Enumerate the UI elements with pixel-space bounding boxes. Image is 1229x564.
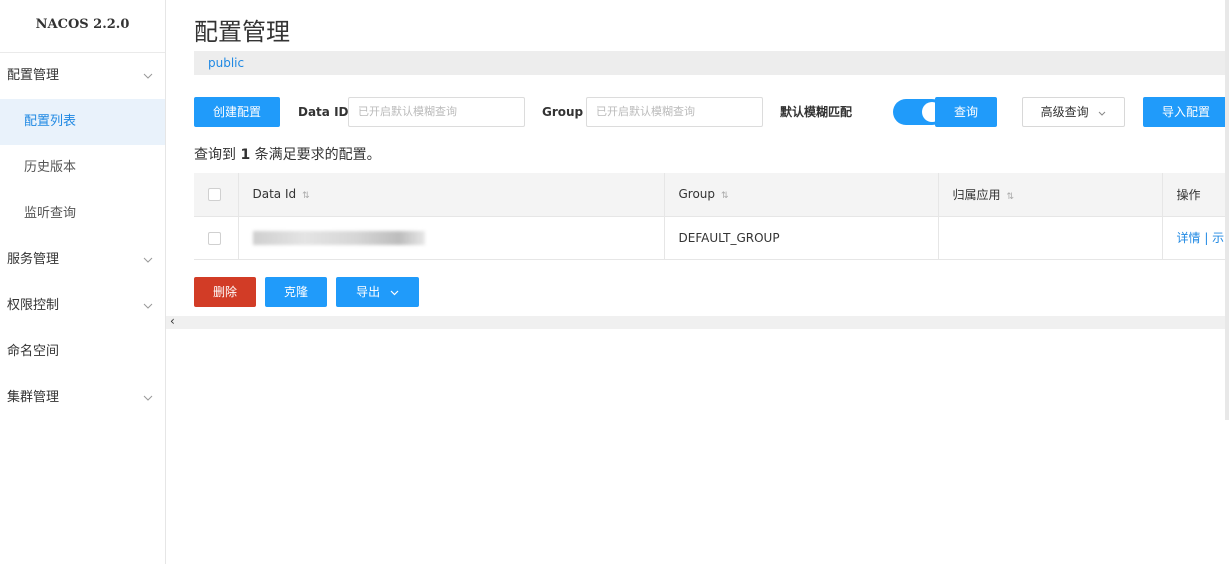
namespace-link-public[interactable]: public — [208, 56, 244, 70]
sidebar-item-service-management[interactable]: 服务管理 — [0, 237, 165, 283]
sort-icon[interactable]: ⇅ — [1007, 192, 1015, 202]
brand-logo: NACOS 2.2.0 — [0, 0, 165, 53]
result-prefix: 查询到 — [194, 147, 236, 163]
result-summary: 查询到 1 条满足要求的配置。 — [194, 144, 381, 164]
chevron-down-icon — [143, 375, 153, 421]
horizontal-scrollbar[interactable]: ‹ — [166, 314, 1229, 329]
main-content: 配置管理 public 创建配置 Data ID 已开启默认模糊查询 Group… — [166, 0, 1229, 564]
chevron-left-icon[interactable]: ‹ — [170, 314, 175, 328]
config-table: Data Id ⇅ Group ⇅ 归属应用 ⇅ 操作 DEFAULT_GROUP — [194, 173, 1229, 260]
sort-icon[interactable]: ⇅ — [302, 191, 310, 201]
group-label: Group — [542, 105, 584, 119]
sidebar-item-label: 配置列表 — [24, 114, 77, 129]
result-count: 1 — [240, 147, 251, 163]
app-cell — [938, 216, 1163, 260]
import-config-button[interactable]: 导入配置 — [1143, 97, 1229, 127]
column-header-group[interactable]: Group ⇅ — [664, 173, 939, 217]
column-header-data-id[interactable]: Data Id ⇅ — [238, 173, 665, 217]
chevron-down-icon — [390, 285, 399, 299]
chevron-down-icon — [1098, 105, 1106, 119]
column-label: 归属应用 — [952, 187, 1001, 202]
fuzzy-match-label: 默认模糊匹配 — [780, 105, 853, 119]
data-id-label: Data ID — [298, 105, 349, 119]
data-id-cell — [238, 216, 665, 260]
sort-icon[interactable]: ⇅ — [721, 191, 729, 201]
row-select-cell — [194, 216, 239, 260]
sidebar-item-config-management[interactable]: 配置管理 — [0, 53, 165, 99]
export-label: 导出 — [356, 285, 381, 299]
advanced-query-label: 高级查询 — [1040, 105, 1089, 119]
sidebar: NACOS 2.2.0 配置管理 配置列表 历史版本 监听查询 服务管理 权限控… — [0, 0, 166, 564]
sidebar-item-cluster-management[interactable]: 集群管理 — [0, 375, 165, 421]
detail-link[interactable]: 详情 | 示 — [1177, 231, 1225, 245]
group-cell: DEFAULT_GROUP — [664, 216, 939, 260]
create-config-button[interactable]: 创建配置 — [194, 97, 280, 127]
column-label: 操作 — [1176, 187, 1201, 202]
column-header-app[interactable]: 归属应用 ⇅ — [938, 173, 1163, 217]
sidebar-item-config-list[interactable]: 配置列表 — [0, 99, 165, 145]
sidebar-item-namespace[interactable]: 命名空间 — [0, 329, 165, 375]
select-all-checkbox[interactable] — [208, 188, 221, 202]
chevron-down-icon — [143, 283, 153, 329]
chevron-down-icon — [143, 53, 153, 99]
page-title: 配置管理 — [194, 18, 290, 46]
bulk-actions: 删除 克隆 导出 — [194, 277, 594, 307]
table-header-row: Data Id ⇅ Group ⇅ 归属应用 ⇅ 操作 — [194, 173, 1229, 217]
sidebar-item-label: 命名空间 — [7, 344, 60, 359]
sidebar-item-label: 历史版本 — [24, 160, 77, 175]
column-label: Group — [678, 187, 716, 202]
redacted-data-id — [252, 230, 425, 245]
clone-button[interactable]: 克隆 — [265, 277, 327, 307]
search-toolbar: 创建配置 Data ID 已开启默认模糊查询 Group 已开启默认模糊查询 默… — [194, 97, 1229, 127]
sidebar-item-access-control[interactable]: 权限控制 — [0, 283, 165, 329]
sidebar-item-listener-query[interactable]: 监听查询 — [0, 191, 165, 237]
sidebar-item-label: 监听查询 — [24, 206, 77, 221]
actions-cell: 详情 | 示 — [1162, 216, 1229, 260]
select-all-cell — [194, 173, 239, 217]
result-suffix: 条满足要求的配置。 — [254, 147, 381, 163]
column-header-actions: 操作 — [1162, 173, 1229, 217]
export-button[interactable]: 导出 — [336, 277, 419, 307]
sidebar-item-history[interactable]: 历史版本 — [0, 145, 165, 191]
sidebar-item-label: 配置管理 — [7, 68, 60, 83]
group-input[interactable]: 已开启默认模糊查询 — [586, 97, 763, 127]
table-row: DEFAULT_GROUP 详情 | 示 — [194, 216, 1229, 260]
query-button[interactable]: 查询 — [935, 97, 997, 127]
advanced-query-button[interactable]: 高级查询 — [1022, 97, 1125, 127]
column-label: Data Id — [252, 187, 297, 202]
delete-button[interactable]: 删除 — [194, 277, 256, 307]
vertical-scrollbar[interactable] — [1225, 0, 1229, 420]
sidebar-item-label: 集群管理 — [7, 390, 60, 405]
sidebar-item-label: 权限控制 — [7, 298, 60, 313]
sidebar-item-label: 服务管理 — [7, 252, 60, 267]
chevron-down-icon — [143, 237, 153, 283]
data-id-input[interactable]: 已开启默认模糊查询 — [348, 97, 525, 127]
namespace-bar: public — [194, 51, 1229, 75]
row-checkbox[interactable] — [208, 231, 221, 245]
